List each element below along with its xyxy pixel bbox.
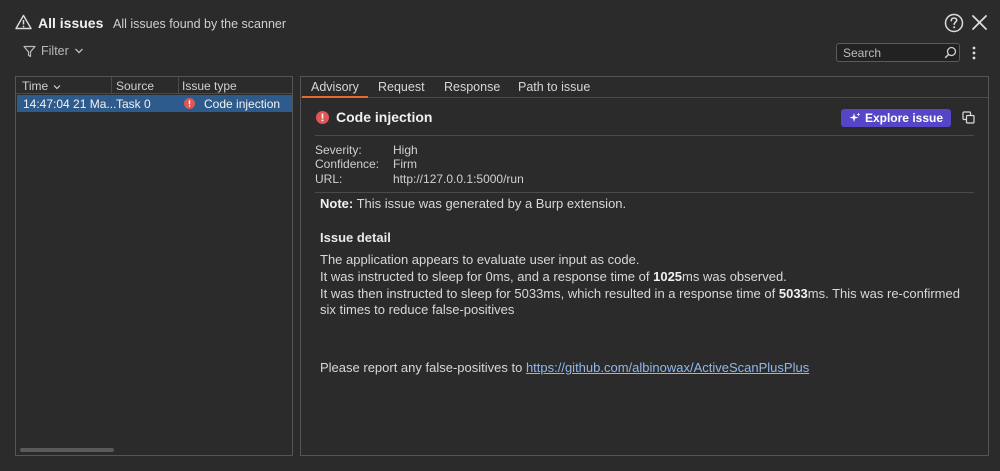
detail-line-2: It was instructed to sleep for 0ms, and …: [320, 269, 787, 284]
report-link[interactable]: https://github.com/albinowax/ActiveScanP…: [526, 360, 809, 375]
filter-label: Filter: [41, 44, 69, 58]
page-title: All issues: [38, 15, 104, 31]
column-header-time[interactable]: Time: [22, 79, 61, 93]
close-icon[interactable]: [971, 14, 988, 31]
high-severity-icon: [184, 98, 195, 109]
tab-request[interactable]: Request: [378, 80, 425, 94]
issue-detail-heading: Issue detail: [320, 230, 391, 245]
chevron-down-icon: [74, 48, 83, 54]
page-subtitle: All issues found by the scanner: [113, 17, 287, 31]
sparkle-icon: [849, 112, 861, 122]
search-box: [836, 43, 960, 62]
row-time: 14:47:04 21 Ma...: [23, 97, 117, 111]
sort-chevron-icon: [53, 84, 61, 90]
search-icon[interactable]: [944, 46, 957, 59]
divider: [315, 135, 974, 136]
confidence-label: Confidence:: [315, 157, 380, 171]
tab-advisory[interactable]: Advisory: [311, 80, 359, 94]
row-issue-type: Code injection: [204, 97, 281, 111]
detail-tabs: Advisory Request Response Path to issue: [301, 77, 988, 98]
divider: [315, 192, 974, 193]
column-divider[interactable]: [178, 77, 179, 94]
advisory-panel: Advisory Request Response Path to issue …: [300, 76, 989, 456]
severity-label: Severity:: [315, 143, 362, 157]
explore-issue-button[interactable]: Explore issue: [841, 109, 951, 127]
url-label: URL:: [315, 172, 343, 186]
report-text: Please report any false-positives to htt…: [320, 360, 810, 375]
detail-line-4: six times to reduce false-positives: [320, 302, 515, 317]
filter-icon: [23, 45, 36, 57]
tab-path-to-issue[interactable]: Path to issue: [518, 80, 590, 94]
tab-response[interactable]: Response: [444, 80, 500, 94]
table-row[interactable]: 14:47:04 21 Ma... Task 0 Code injection: [17, 95, 292, 112]
row-source: Task 0: [116, 97, 151, 111]
filter-button[interactable]: Filter: [23, 44, 84, 58]
search-input[interactable]: [837, 44, 937, 61]
severity-value: High: [393, 143, 418, 157]
detail-line-1: The application appears to evaluate user…: [320, 252, 640, 267]
active-tab-indicator: [302, 96, 368, 98]
url-value: http://127.0.0.1:5000/run: [393, 172, 524, 186]
horizontal-scrollbar[interactable]: [20, 448, 114, 452]
copy-icon[interactable]: [962, 111, 975, 124]
column-header-issue-type[interactable]: Issue type: [182, 79, 237, 93]
warning-icon: [15, 14, 32, 30]
issues-table: Time Source Issue type 14:47:04 21 Ma...…: [15, 76, 293, 456]
high-severity-icon: [316, 111, 329, 124]
table-header: Time Source Issue type: [16, 77, 292, 94]
column-divider[interactable]: [111, 77, 112, 94]
more-options-icon[interactable]: [970, 45, 978, 61]
confidence-value: Firm: [393, 157, 417, 171]
window-header: All issues All issues found by the scann…: [0, 0, 1000, 46]
note-text: Note: This issue was generated by a Burp…: [320, 196, 627, 211]
issue-title: Code injection: [336, 109, 433, 125]
help-icon[interactable]: [944, 13, 964, 33]
detail-line-3: It was then instructed to sleep for 5033…: [320, 286, 960, 301]
explore-issue-label: Explore issue: [864, 111, 944, 125]
column-header-source[interactable]: Source: [116, 79, 154, 93]
